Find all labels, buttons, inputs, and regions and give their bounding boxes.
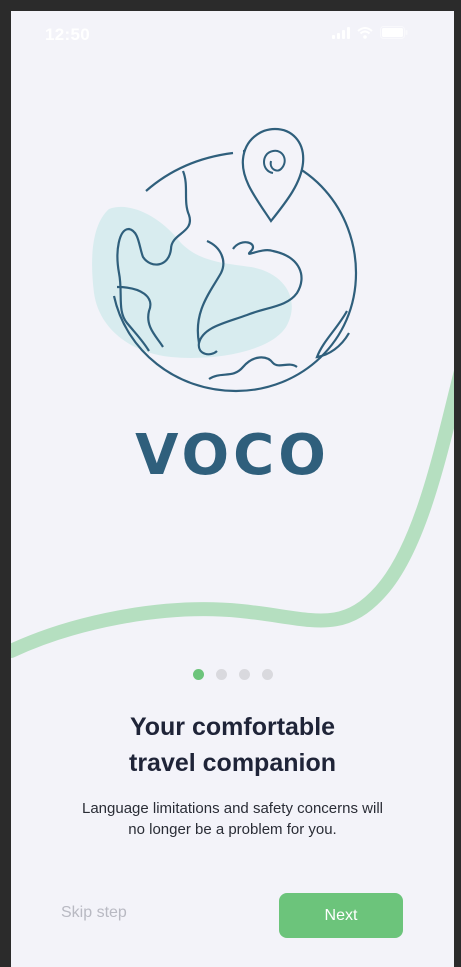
onboarding-screen: 12:50 VOCO Your comfortable travel compa… [11, 11, 454, 967]
page-dot-active[interactable] [192, 669, 204, 680]
skip-step-button[interactable]: Skip step [61, 904, 127, 922]
title-line: travel companion [129, 749, 336, 777]
location-pin-icon [241, 127, 305, 223]
description-line: no longer be a problem for you. [128, 821, 337, 838]
description-line: Language limitations and safety concerns… [81, 800, 383, 817]
onboarding-title: Your comfortable travel companion [11, 709, 454, 781]
onboarding-description: Language limitations and safety concerns… [11, 798, 454, 840]
next-button[interactable]: Next [279, 893, 403, 938]
page-indicator [11, 669, 454, 680]
title-line: Your comfortable [129, 713, 336, 741]
app-logo: VOCO [135, 423, 330, 488]
page-dot[interactable] [238, 669, 250, 680]
page-dot[interactable] [215, 669, 227, 680]
globe-illustration [11, 127, 454, 658]
decorative-wave [11, 370, 454, 658]
globe-blob [92, 206, 292, 358]
page-dot[interactable] [261, 669, 273, 680]
